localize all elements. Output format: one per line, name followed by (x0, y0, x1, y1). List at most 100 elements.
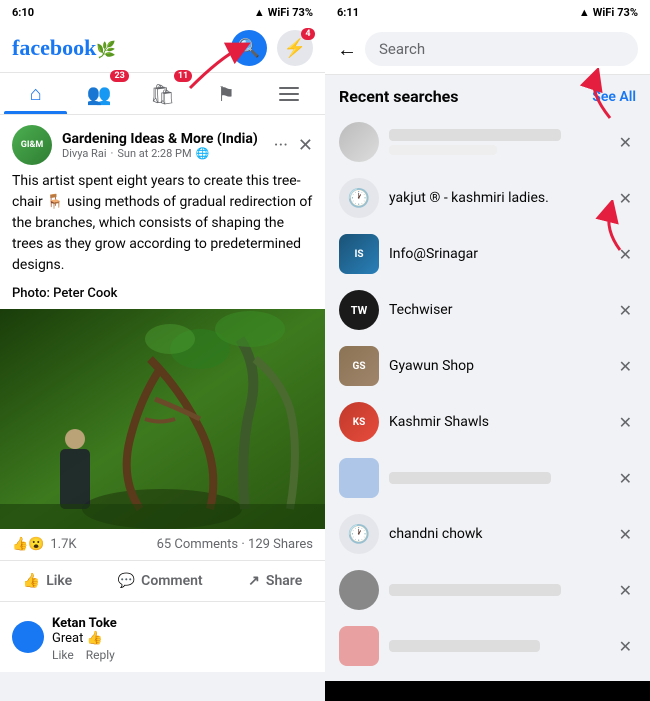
search-input-wrapper[interactable]: Search (365, 32, 638, 66)
hamburger-icon (275, 83, 303, 105)
signal-icon: ▲ (254, 6, 265, 19)
page-avatar: GI&M (12, 125, 52, 165)
share-icon: ↗ (248, 573, 260, 589)
reaction-icons: 👍😮 (12, 537, 44, 552)
nav-home[interactable]: ⌂ (4, 73, 67, 114)
messenger-icon-button[interactable]: ⚡ 4 (277, 30, 313, 66)
comment-actions: Like Reply (52, 648, 313, 662)
post-image-svg (0, 309, 325, 529)
search-term-chandni: chandni chowk (389, 526, 605, 542)
search-result-item[interactable]: ✕ (325, 562, 650, 618)
blurred-name-line (389, 472, 551, 484)
messenger-badge: 4 (301, 28, 315, 40)
post-text: This artist spent eight years to create … (0, 171, 325, 286)
gyawun-avatar: GS (339, 346, 379, 386)
search-result-item[interactable]: 🕐 chandni chowk ✕ (325, 506, 650, 562)
blurred-sub-line (389, 145, 497, 155)
search-results-list: ✕ 🕐 yakjut ® - kashmiri ladies. ✕ IS Inf… (325, 114, 650, 681)
comment-button[interactable]: 💬 Comment (102, 565, 219, 597)
nav-store[interactable]: 🛍 11 (131, 74, 194, 114)
friends-badge: 23 (110, 70, 128, 82)
search-input[interactable]: Search (379, 40, 425, 58)
remove-search-icon[interactable]: ✕ (615, 297, 636, 324)
share-button[interactable]: ↗ Share (232, 565, 318, 597)
comment-like-button[interactable]: Like (52, 648, 74, 662)
search-result-item[interactable]: 🕐 yakjut ® - kashmiri ladies. ✕ (325, 170, 650, 226)
signal-icon-right: ▲ (579, 6, 590, 19)
header-icons: 🔍 ⚡ 4 (231, 30, 313, 66)
recent-searches-header: Recent searches See All (325, 75, 650, 114)
search-result-item[interactable]: KS Kashmir Shawls ✕ (325, 394, 650, 450)
wifi-icon-right: WiFi (593, 6, 614, 19)
remove-search-icon[interactable]: ✕ (615, 577, 636, 604)
search-term-kashmir-shawls: Kashmir Shawls (389, 414, 605, 430)
search-term-gyawun: Gyawun Shop (389, 358, 605, 374)
blurred-name-line (389, 640, 540, 652)
remove-search-icon[interactable]: ✕ (615, 633, 636, 660)
like-button[interactable]: 👍 Like (7, 565, 88, 597)
comment-share-counts: 65 Comments · 129 Shares (157, 537, 313, 552)
clock-icon: 🕐 (339, 514, 379, 554)
remove-search-icon[interactable]: ✕ (615, 465, 636, 492)
blurred-name-line (389, 129, 561, 141)
back-arrow-icon[interactable]: ← (337, 37, 357, 62)
search-result-item[interactable]: GS Gyawun Shop ✕ (325, 338, 650, 394)
right-status-icons: ▲ WiFi 73% (579, 6, 638, 19)
page-name: Gardening Ideas & More (India) (62, 131, 264, 147)
reactions: 👍😮 1.7K (12, 537, 77, 552)
left-status-icons: ▲ WiFi 73% (254, 6, 313, 19)
comment-reply-button[interactable]: Reply (86, 648, 115, 662)
search-icon-button[interactable]: 🔍 (231, 30, 267, 66)
search-result-item[interactable]: IS Info@Srinagar ✕ (325, 226, 650, 282)
right-status-bar: 6:11 ▲ WiFi 73% (325, 0, 650, 24)
search-term-techwiser: Techwiser (389, 302, 605, 318)
remove-search-icon[interactable]: ✕ (615, 185, 636, 212)
blurred-name-area (389, 584, 605, 596)
reaction-count: 1.7K (50, 537, 76, 552)
comment-icon: 💬 (118, 573, 135, 589)
search-result-item[interactable]: TW Techwiser ✕ (325, 282, 650, 338)
post-action-bar: 👍 Like 💬 Comment ↗ Share (0, 561, 325, 602)
post-feed: GI&M Gardening Ideas & More (India) Divy… (0, 115, 325, 701)
search-result-item[interactable]: ✕ (325, 618, 650, 674)
battery-right: 73% (617, 6, 638, 19)
nav-friends[interactable]: 👥 23 (67, 74, 130, 114)
remove-search-icon[interactable]: ✕ (615, 241, 636, 268)
blurred-pink-avatar (339, 626, 379, 666)
messenger-icon: ⚡ (284, 38, 306, 59)
nav-flag[interactable]: ⚑ (194, 74, 257, 114)
kashmir-shawls-avatar: KS (339, 402, 379, 442)
blurred-name-area (389, 640, 605, 652)
app-header: facebook🌿 🔍 ⚡ 4 (0, 24, 325, 73)
facebook-logo: facebook🌿 (12, 35, 116, 61)
like-icon: 👍 (23, 573, 40, 589)
commenter-avatar (12, 621, 44, 653)
nav-tabs: ⌂ 👥 23 🛍 11 ⚑ (0, 73, 325, 115)
remove-search-icon[interactable]: ✕ (615, 521, 636, 548)
photo-credit: Photo: Peter Cook (0, 286, 325, 309)
more-options-icon[interactable]: ··· (274, 135, 288, 156)
post-meta: Gardening Ideas & More (India) Divya Rai… (62, 131, 264, 160)
recent-searches-title: Recent searches (339, 87, 459, 106)
home-icon: ⌂ (30, 81, 42, 106)
comment-section: Ketan Toke Great 👍 Like Reply (0, 602, 325, 672)
post-subtitle: Divya Rai · Sun at 2:28 PM 🌐 (62, 147, 264, 160)
dismiss-post-icon[interactable]: ✕ (298, 135, 313, 156)
blurred-name-area (389, 472, 605, 484)
store-badge: 11 (174, 70, 192, 82)
search-result-item[interactable]: 🕐 baby crib ✕ (325, 674, 650, 681)
see-all-button[interactable]: See All (592, 89, 636, 105)
search-result-item[interactable]: ✕ (325, 114, 650, 170)
search-icon: 🔍 (238, 38, 260, 59)
techwiser-avatar: TW (339, 290, 379, 330)
post-header: GI&M Gardening Ideas & More (India) Divy… (0, 115, 325, 171)
nav-menu[interactable] (258, 75, 321, 113)
blurred-square-avatar (339, 458, 379, 498)
search-result-item[interactable]: ✕ (325, 450, 650, 506)
search-term-info-srinagar: Info@Srinagar (389, 246, 605, 262)
friends-icon: 👥 (87, 82, 112, 106)
battery-left: 73% (292, 6, 313, 19)
remove-search-icon[interactable]: ✕ (615, 129, 636, 156)
remove-search-icon[interactable]: ✕ (615, 353, 636, 380)
remove-search-icon[interactable]: ✕ (615, 409, 636, 436)
